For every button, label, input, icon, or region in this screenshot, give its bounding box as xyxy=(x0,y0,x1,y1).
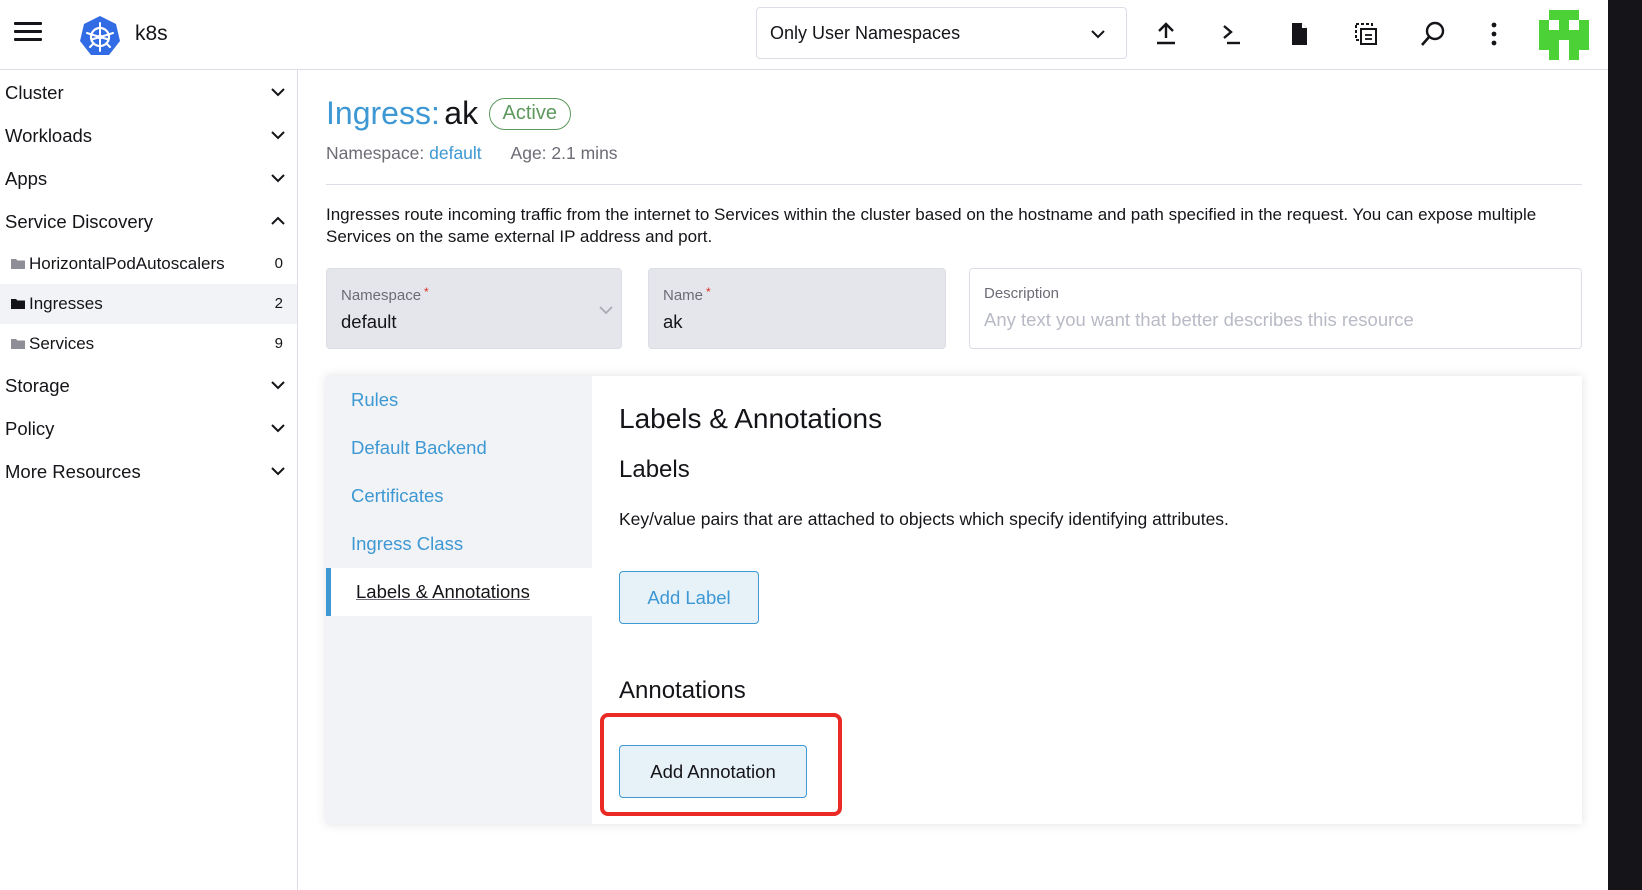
folder-open-icon xyxy=(11,299,25,309)
chevron-down-icon xyxy=(599,306,613,315)
chevron-down-icon xyxy=(271,131,285,140)
labels-title: Labels xyxy=(619,456,690,483)
nav-group-workloads[interactable]: Workloads xyxy=(0,116,297,156)
tab-certificates[interactable]: Certificates xyxy=(326,472,592,520)
resource-name: ak xyxy=(444,95,479,131)
kubernetes-logo-icon xyxy=(80,16,120,55)
chevron-down-icon xyxy=(271,174,285,183)
chevron-down-icon xyxy=(271,88,285,97)
search-icon[interactable] xyxy=(1419,20,1447,48)
namespace-field-label: Namespace * xyxy=(341,285,429,304)
nav-item-label: Services xyxy=(29,334,95,353)
labels-description: Key/value pairs that are attached to obj… xyxy=(619,509,1229,529)
description-field-label: Description xyxy=(984,285,1060,302)
tab-labels-annotations[interactable]: Labels & Annotations xyxy=(326,568,592,616)
tab-label: Rules xyxy=(351,389,399,410)
nav-item-count: 9 xyxy=(274,335,283,352)
file-icon[interactable] xyxy=(1285,20,1313,48)
side-nav: Cluster Workloads Apps Service Discovery… xyxy=(0,70,298,890)
window-edge xyxy=(1608,0,1642,890)
nav-group-apps[interactable]: Apps xyxy=(0,159,297,199)
chevron-down-icon xyxy=(271,424,285,433)
tab-label: Certificates xyxy=(351,485,444,506)
nav-item-label: HorizontalPodAutoscalers xyxy=(29,254,225,273)
nav-group-policy[interactable]: Policy xyxy=(0,409,297,449)
tab-label: Labels & Annotations xyxy=(356,581,530,602)
status-badge: Active xyxy=(488,98,571,130)
chevron-down-icon xyxy=(271,467,285,476)
nav-item-label: Ingresses xyxy=(29,294,103,313)
add-label-button[interactable]: Add Label xyxy=(619,571,759,624)
resource-type-link[interactable]: Ingress: xyxy=(326,95,440,131)
tab-ingress-class[interactable]: Ingress Class xyxy=(326,520,592,568)
nav-group-label: Service Discovery xyxy=(5,211,154,232)
namespace-select[interactable]: Namespace * default xyxy=(326,268,622,349)
nav-group-label: More Resources xyxy=(5,461,141,482)
namespace-meta-label: Namespace: xyxy=(326,143,425,163)
description-field[interactable]: Description Any text you want that bette… xyxy=(969,268,1582,349)
terminal-icon[interactable] xyxy=(1218,20,1246,48)
nav-group-label: Storage xyxy=(5,375,70,396)
folder-icon xyxy=(11,259,25,269)
chevron-down-icon xyxy=(1091,30,1105,39)
resource-meta: Namespace: default Age: 2.1 mins xyxy=(326,143,618,164)
name-field-label: Name * xyxy=(663,285,711,304)
nav-group-cluster[interactable]: Cluster xyxy=(0,73,297,113)
hamburger-menu-icon[interactable] xyxy=(14,22,42,46)
nav-group-label: Apps xyxy=(5,168,48,189)
nav-group-service-discovery[interactable]: Service Discovery xyxy=(0,202,297,242)
top-header: k8s Only User Namespaces xyxy=(0,0,1608,70)
tab-label: Default Backend xyxy=(351,437,487,458)
nav-item-horizontalpodautoscalers[interactable]: HorizontalPodAutoscalers 0 xyxy=(0,244,297,284)
name-field-value: ak xyxy=(663,311,683,332)
resource-description: Ingresses route incoming traffic from th… xyxy=(326,205,1537,246)
nav-item-count: 2 xyxy=(274,295,283,312)
side-tabs: Rules Default Backend Certificates Ingre… xyxy=(326,376,592,824)
nav-group-more-resources[interactable]: More Resources xyxy=(0,452,297,492)
namespace-field-value: default xyxy=(341,311,397,332)
nav-item-count: 0 xyxy=(274,255,283,272)
user-avatar-icon[interactable] xyxy=(1539,10,1589,60)
nav-group-storage[interactable]: Storage xyxy=(0,366,297,406)
age-meta: Age: 2.1 mins xyxy=(510,143,618,163)
cluster-name[interactable]: k8s xyxy=(135,22,168,46)
page-title: Ingress: ak Active xyxy=(326,95,571,139)
description-placeholder: Any text you want that better describes … xyxy=(984,309,1414,330)
namespace-filter-value: Only User Namespaces xyxy=(770,23,961,43)
more-vertical-icon[interactable] xyxy=(1480,20,1508,48)
nav-item-services[interactable]: Services 9 xyxy=(0,324,297,364)
tab-label: Ingress Class xyxy=(351,533,464,554)
namespace-filter-select[interactable]: Only User Namespaces xyxy=(756,7,1127,59)
namespace-link[interactable]: default xyxy=(429,143,482,163)
chevron-up-icon xyxy=(271,216,285,225)
folder-icon xyxy=(11,339,25,349)
copy-kubeconfig-icon[interactable] xyxy=(1352,20,1380,48)
nav-item-ingresses[interactable]: Ingresses 2 xyxy=(0,284,297,324)
add-annotation-button[interactable]: Add Annotation xyxy=(619,745,807,798)
tabbed-panel: Rules Default Backend Certificates Ingre… xyxy=(326,376,1582,824)
tab-default-backend[interactable]: Default Backend xyxy=(326,424,592,472)
upload-icon[interactable] xyxy=(1152,20,1180,48)
tab-rules[interactable]: Rules xyxy=(326,376,592,424)
divider xyxy=(326,184,1582,185)
nav-group-label: Workloads xyxy=(5,125,93,146)
name-field[interactable]: Name * ak xyxy=(648,268,946,349)
section-title: Labels & Annotations xyxy=(619,403,883,434)
nav-group-label: Cluster xyxy=(5,82,64,103)
annotations-title: Annotations xyxy=(619,677,746,704)
chevron-down-icon xyxy=(271,381,285,390)
nav-group-label: Policy xyxy=(5,418,55,439)
